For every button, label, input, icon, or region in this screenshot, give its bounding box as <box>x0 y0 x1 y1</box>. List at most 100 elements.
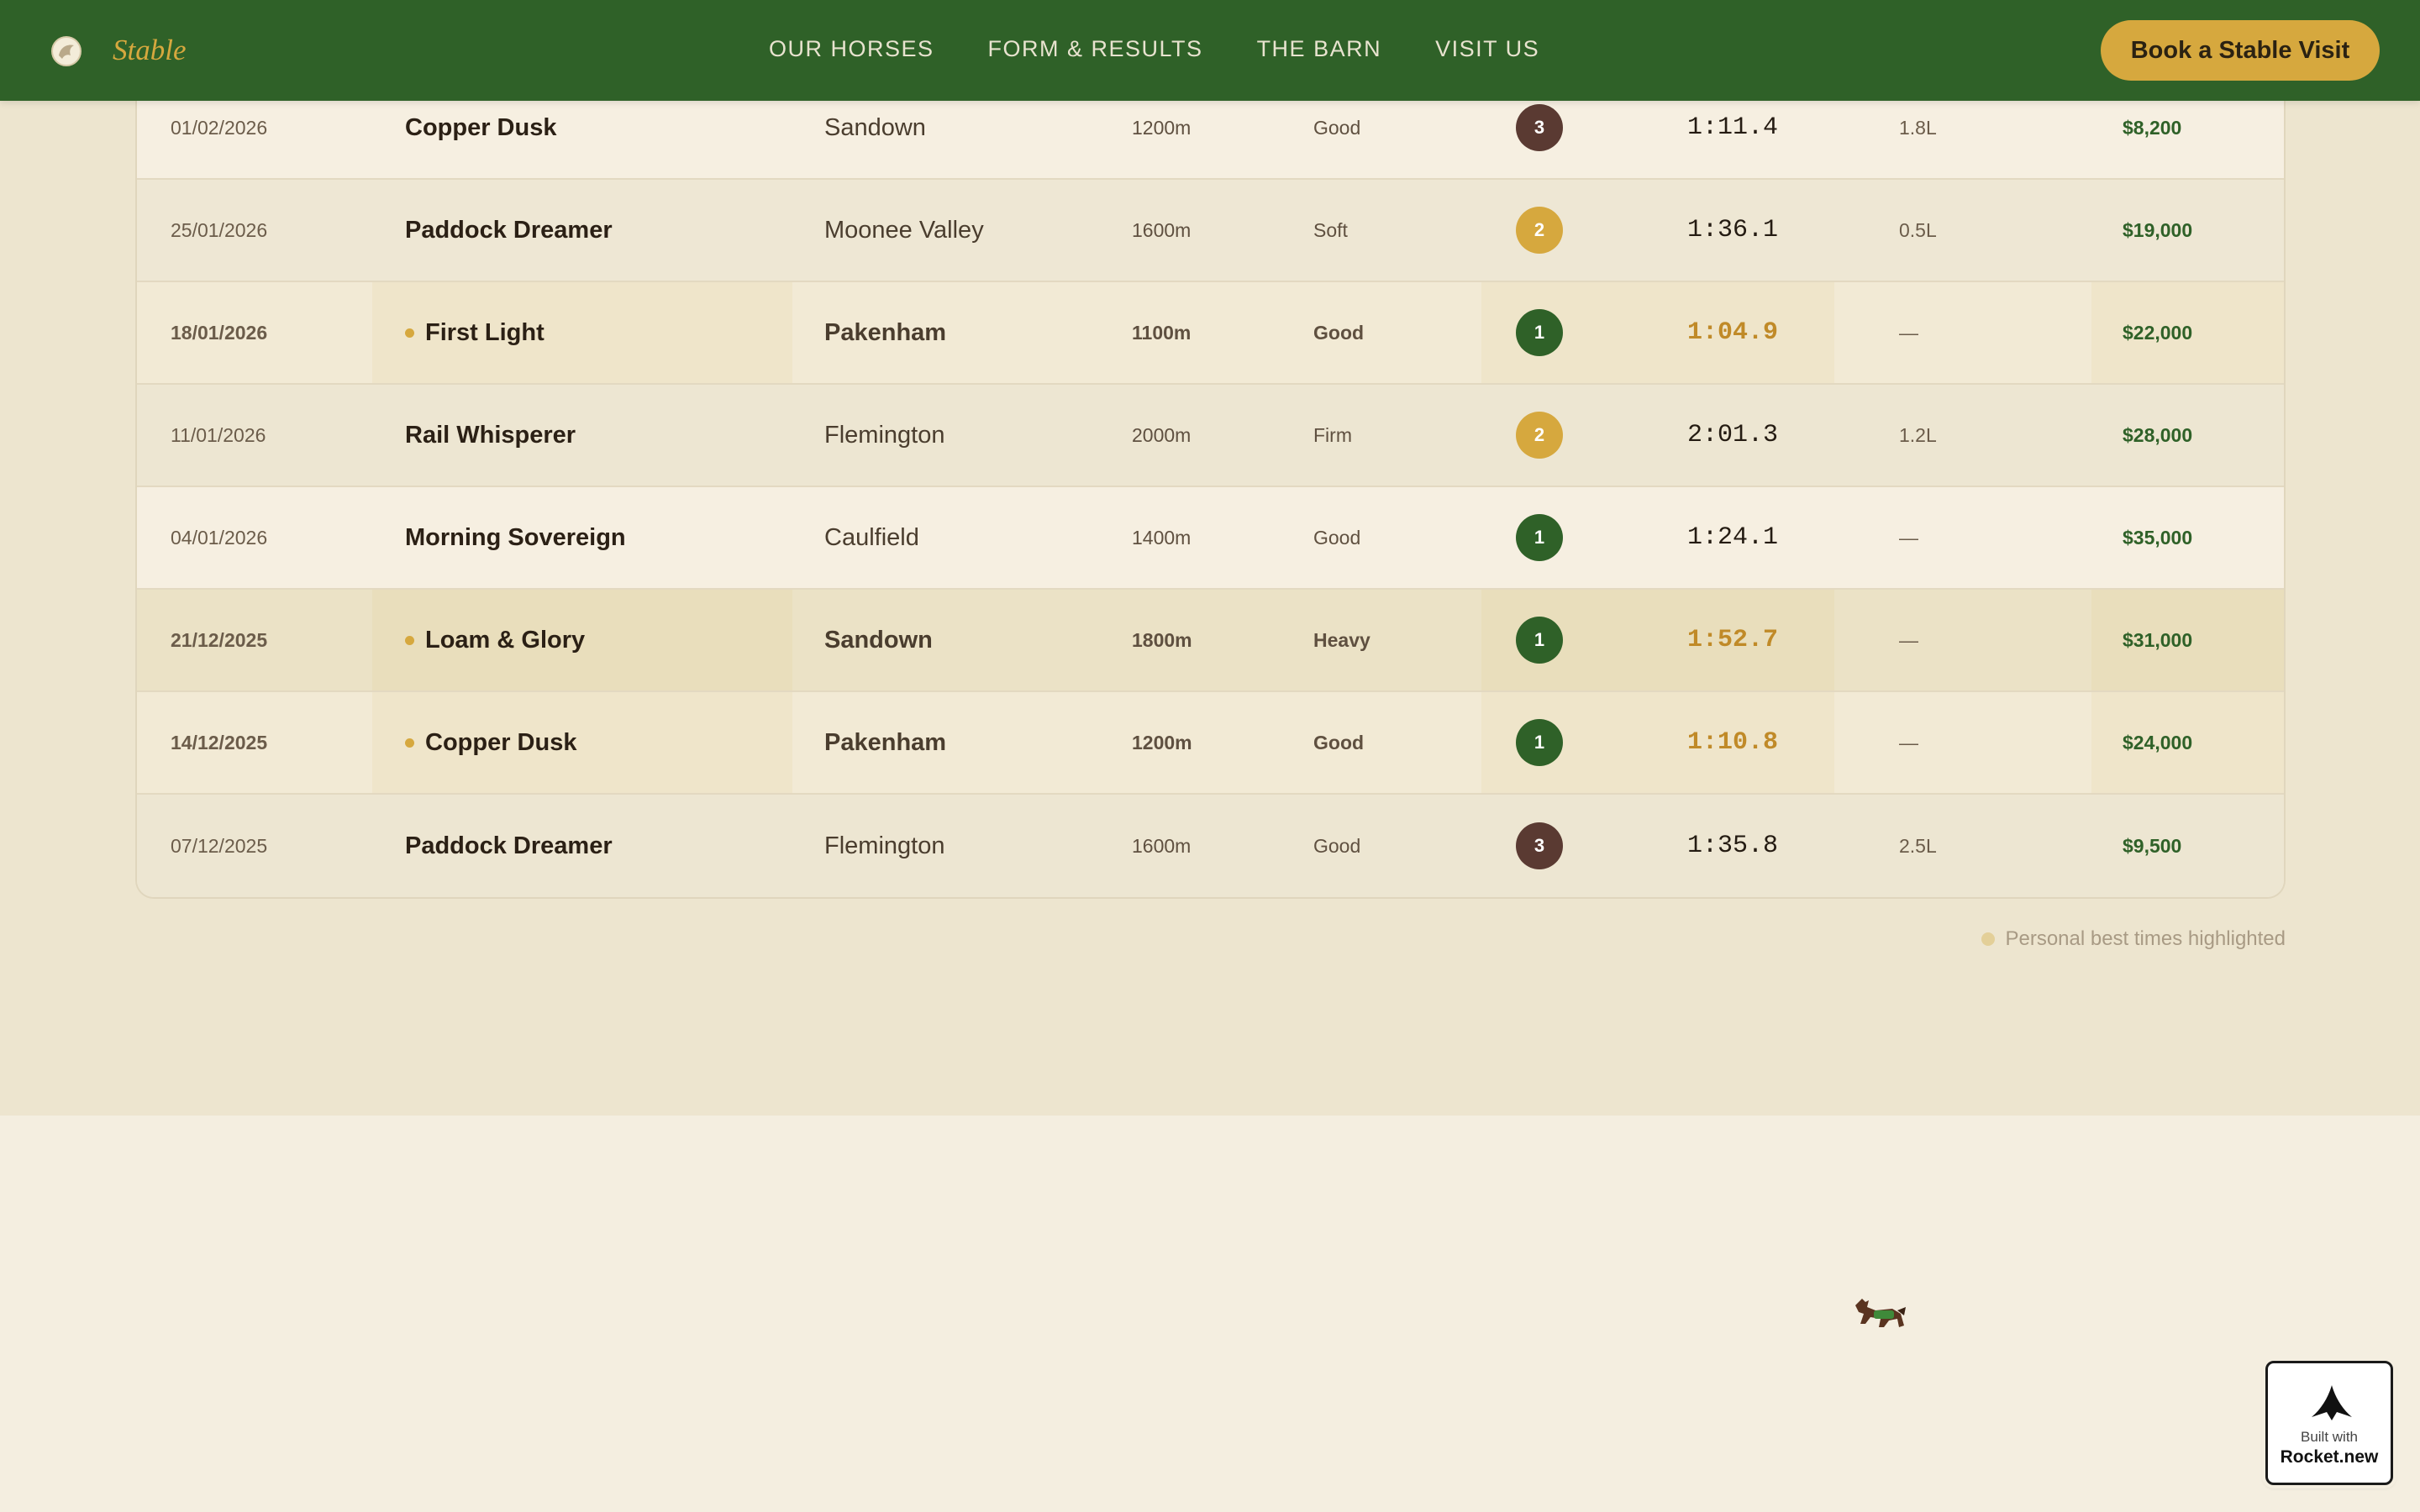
result-date: 18/01/2026 <box>171 321 268 344</box>
horse-name: Paddock Dreamer <box>405 216 613 244</box>
horse-name: Morning Sovereign <box>405 523 626 551</box>
table-row: 07/12/2025 Paddock Dreamer Flemington 1600m… <box>137 795 2284 897</box>
result-date: 21/12/2025 <box>171 628 268 651</box>
nav-link-form-results[interactable]: FORM & RESULTS <box>988 32 1203 66</box>
pb-legend-dot <box>1981 932 1996 946</box>
position-badge: 1 <box>1516 617 1563 664</box>
result-position: 2 <box>1516 385 1563 486</box>
result-horse[interactable]: Loam & Glory <box>405 590 585 690</box>
result-horse[interactable]: Copper Dusk <box>405 692 576 793</box>
result-time: 1:24.1 <box>1687 523 1779 552</box>
result-position: 3 <box>1516 795 1563 897</box>
horse-name: Paddock Dreamer <box>405 832 613 859</box>
result-time: 1:36.1 <box>1687 216 1779 244</box>
result-date: 07/12/2025 <box>171 834 268 857</box>
result-horse[interactable]: Paddock Dreamer <box>405 795 613 897</box>
nav-link-our-horses[interactable]: OUR HORSES <box>769 32 934 66</box>
result-margin: 1.2L <box>1899 423 1937 446</box>
result-track: Flemington <box>824 421 945 449</box>
pb-legend-text: Personal best times highlighted <box>2005 927 2286 950</box>
result-position: 2 <box>1516 180 1563 281</box>
result-prize: $22,000 <box>2123 321 2193 344</box>
result-going: Good <box>1313 834 1361 857</box>
position-badge: 1 <box>1516 309 1563 356</box>
lower-section <box>0 1116 2420 1512</box>
result-time: 2:01.3 <box>1687 421 1779 449</box>
result-prize: $28,000 <box>2123 423 2193 446</box>
horse-name: Copper Dusk <box>425 728 577 756</box>
result-time: 1:35.8 <box>1687 832 1779 860</box>
pb-legend: Personal best times highlighted <box>1981 927 2286 951</box>
pb-dot <box>405 635 414 645</box>
result-distance: 1600m <box>1132 218 1192 241</box>
pb-dot <box>405 738 414 748</box>
result-going: Firm <box>1313 423 1352 446</box>
nav-links: OUR HORSES FORM & RESULTS THE BARN VISIT… <box>769 32 1539 66</box>
result-prize: $19,000 <box>2123 218 2193 241</box>
table-row: 21/12/2025 Loam & Glory Sandown 1800m Heavy 1… <box>137 590 2284 692</box>
result-going: Good <box>1313 321 1365 344</box>
result-horse[interactable]: Morning Sovereign <box>405 487 626 588</box>
nav-link-the-barn[interactable]: THE BARN <box>1257 32 1382 66</box>
result-position: 1 <box>1516 282 1563 383</box>
result-track: Pakenham <box>824 728 947 756</box>
horse-name: Loam & Glory <box>425 626 586 654</box>
rocket-built-with: Built with <box>2300 1429 2359 1445</box>
position-badge: 3 <box>1516 104 1563 151</box>
result-prize: $24,000 <box>2123 731 2193 753</box>
result-horse[interactable]: First Light <box>405 282 544 383</box>
rocket-icon <box>2312 1385 2352 1420</box>
result-margin: — <box>1899 321 1918 344</box>
result-track: Pakenham <box>824 318 947 346</box>
position-badge: 2 <box>1516 412 1563 459</box>
top-nav: Stable OUR HORSES FORM & RESULTS THE BAR… <box>0 0 2420 101</box>
table-row: 25/01/2026 Paddock Dreamer Moonee Valley 16… <box>137 180 2284 282</box>
result-margin: 2.5L <box>1899 834 1937 857</box>
result-position: 1 <box>1516 590 1563 690</box>
result-distance: 1600m <box>1132 834 1192 857</box>
pb-dot <box>405 328 414 338</box>
position-badge: 3 <box>1516 822 1563 869</box>
result-distance: 1100m <box>1132 321 1192 344</box>
result-distance: 1800m <box>1132 628 1192 651</box>
position-badge: 1 <box>1516 719 1563 766</box>
result-margin: — <box>1899 628 1918 651</box>
result-prize: $31,000 <box>2123 628 2193 651</box>
result-time: 1:10.8 <box>1687 728 1779 757</box>
results-table: 01/02/2026 Copper Dusk Sandown 1200m Good 3 1:… <box>135 77 2286 899</box>
horse-icon <box>1855 1299 1906 1327</box>
brand-name[interactable]: Stable <box>113 30 186 71</box>
result-distance: 1400m <box>1132 526 1192 549</box>
result-track: Moonee Valley <box>824 216 984 244</box>
result-going: Good <box>1313 526 1361 549</box>
nav-link-visit-us[interactable]: VISIT US <box>1435 32 1539 66</box>
result-horse[interactable]: Paddock Dreamer <box>405 180 613 281</box>
result-prize: $9,500 <box>2123 834 2182 857</box>
horse-name: Rail Whisperer <box>405 421 576 449</box>
position-badge: 2 <box>1516 207 1563 254</box>
result-margin: — <box>1899 526 1918 549</box>
result-distance: 1200m <box>1132 731 1192 753</box>
table-row: 14/12/2025 Copper Dusk Pakenham 1200m Good 1 1… <box>137 692 2284 795</box>
result-going: Good <box>1313 731 1365 753</box>
book-visit-button[interactable]: Book a Stable Visit <box>2101 20 2380 81</box>
result-time: 1:52.7 <box>1687 626 1779 654</box>
position-badge: 1 <box>1516 514 1563 561</box>
result-time: 1:04.9 <box>1687 318 1779 347</box>
result-prize: $35,000 <box>2123 526 2193 549</box>
result-margin: 0.5L <box>1899 218 1937 241</box>
table-row: 04/01/2026 Morning Sovereign Caulfield 1400… <box>137 487 2284 590</box>
result-distance: 2000m <box>1132 423 1192 446</box>
rocket-badge[interactable]: Built with Rocket.new <box>2265 1361 2393 1485</box>
rocket-name: Rocket.new <box>2280 1447 2379 1467</box>
result-track: Flemington <box>824 832 945 859</box>
result-going: Soft <box>1313 218 1348 241</box>
result-date: 04/01/2026 <box>171 526 268 549</box>
result-date: 11/01/2026 <box>171 423 266 446</box>
result-track: Caulfield <box>824 523 919 551</box>
result-horse[interactable]: Rail Whisperer <box>405 385 576 486</box>
result-position: 1 <box>1516 692 1563 793</box>
logo-icon[interactable] <box>50 35 82 67</box>
result-date: 25/01/2026 <box>171 218 268 241</box>
table-row: 18/01/2026 First Light Pakenham 1100m Good 1 1… <box>137 282 2284 385</box>
